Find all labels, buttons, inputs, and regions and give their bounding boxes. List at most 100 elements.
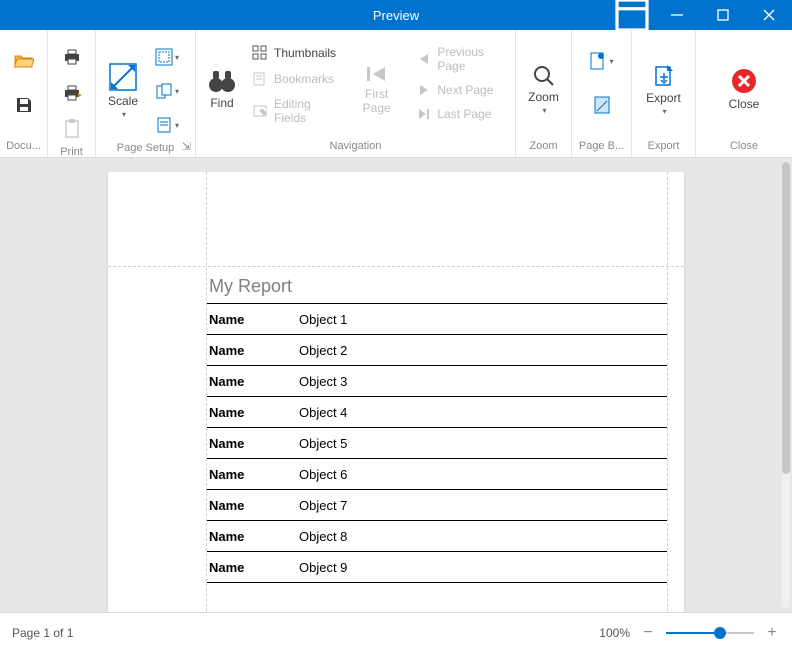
open-folder-icon [14,53,34,69]
first-page-button[interactable]: First Page [346,40,407,138]
previous-page-button[interactable]: Previous Page [413,42,509,76]
group-label: Page B... [578,138,625,155]
group-label: Page Setup [102,140,189,155]
prev-page-label: Previous Page [437,45,505,73]
editing-fields-button[interactable]: Editing Fields [248,94,340,128]
chevron-down-icon: ▾ [175,87,179,96]
magnifier-icon [532,64,556,88]
open-button[interactable] [11,46,37,76]
scale-label: Scale [108,94,138,108]
editing-fields-icon [252,103,268,119]
group-label: Close [702,138,786,155]
zoom-button[interactable]: Zoom ▾ [522,40,565,138]
zoom-slider[interactable] [666,623,754,643]
zoom-label: Zoom [528,90,559,104]
zoom-percent: 100% [599,626,630,640]
table-row: NameObject 8 [207,521,667,552]
ribbon: Docu... Print Scale ▾ ▾ ▾ [0,30,792,158]
export-button[interactable]: Export ▾ [640,40,687,138]
report-body: My Report NameObject 1NameObject 2NameOb… [207,274,667,583]
export-icon [652,63,676,89]
margins-icon [155,48,173,66]
next-page-label: Next Page [437,83,493,97]
table-row: NameObject 6 [207,459,667,490]
binoculars-icon [207,68,237,94]
watermark-button[interactable] [589,90,615,120]
margins-button[interactable]: ▾ [150,42,184,72]
orientation-icon [155,82,173,100]
slider-knob[interactable] [714,627,726,639]
chevron-down-icon: ▾ [122,110,126,119]
orientation-button[interactable]: ▾ [150,76,184,106]
group-navigation: Find Thumbnails Bookmarks Editing Fields [196,30,516,157]
group-page-setup: Scale ▾ ▾ ▾ ▾ Page Setup ⇲ [96,30,196,157]
thumbnails-label: Thumbnails [274,46,336,60]
bookmarks-label: Bookmarks [274,72,334,86]
scale-icon [108,62,138,92]
page-indicator: Page 1 of 1 [12,626,73,640]
maximize-button[interactable] [700,0,746,30]
row-value: Object 3 [299,374,347,389]
last-page-icon [417,107,431,121]
last-page-button[interactable]: Last Page [413,104,509,124]
row-value: Object 2 [299,343,347,358]
minimize-button[interactable] [654,0,700,30]
row-value: Object 4 [299,405,347,420]
row-name: Name [207,436,299,451]
page-color-icon [589,51,607,71]
zoom-control: 100% − + [599,623,780,643]
group-label: Print [54,144,89,155]
table-row: NameObject 9 [207,552,667,583]
editing-fields-label: Editing Fields [274,97,336,125]
zoom-in-button[interactable]: + [764,625,780,641]
quick-print-icon [62,84,82,102]
table-row: NameObject 3 [207,366,667,397]
report-title: My Report [207,274,667,303]
printer-icon [62,48,82,66]
page-size-button[interactable]: ▾ [150,110,184,140]
group-label: Zoom [522,138,565,155]
slider-track-fill [666,632,714,634]
row-value: Object 8 [299,529,347,544]
chevron-down-icon: ▾ [662,107,666,116]
row-value: Object 9 [299,560,347,575]
quick-print-button[interactable] [59,78,85,108]
table-row: NameObject 2 [207,335,667,366]
margin-guide-horizontal [108,266,684,267]
row-name: Name [207,529,299,544]
close-preview-button[interactable]: Close [723,40,766,138]
group-zoom: Zoom ▾ Zoom [516,30,572,157]
row-value: Object 7 [299,498,347,513]
table-row: NameObject 5 [207,428,667,459]
row-name: Name [207,312,299,327]
dialog-launcher-icon[interactable]: ⇲ [182,140,191,153]
row-value: Object 5 [299,436,347,451]
zoom-out-button[interactable]: − [640,625,656,641]
find-button[interactable]: Find [202,40,242,138]
group-document: Docu... [0,30,48,157]
close-window-button[interactable] [746,0,792,30]
print-button[interactable] [59,42,85,72]
group-page-background: ▾ Page B... [572,30,632,157]
chevron-down-icon: ▾ [175,121,179,130]
next-page-icon [417,83,431,97]
ribbon-display-options-button[interactable] [612,0,652,30]
save-button[interactable] [11,90,37,120]
scale-button[interactable]: Scale ▾ [102,40,144,140]
page-size-icon [155,116,173,134]
bookmarks-button[interactable]: Bookmarks [248,68,340,90]
next-page-button[interactable]: Next Page [413,80,509,100]
clipboard-button[interactable] [59,114,85,144]
first-page-icon [365,63,389,85]
clipboard-icon [64,119,80,139]
page-color-button[interactable]: ▾ [585,46,619,76]
thumbnails-button[interactable]: Thumbnails [248,42,340,64]
report-rows: NameObject 1NameObject 2NameObject 3Name… [207,303,667,583]
watermark-icon [593,95,611,115]
bookmarks-icon [252,71,268,87]
scrollbar-thumb[interactable] [782,162,790,474]
first-page-label: First Page [352,87,401,115]
export-label: Export [646,91,681,105]
row-name: Name [207,467,299,482]
vertical-scrollbar[interactable] [782,162,790,608]
